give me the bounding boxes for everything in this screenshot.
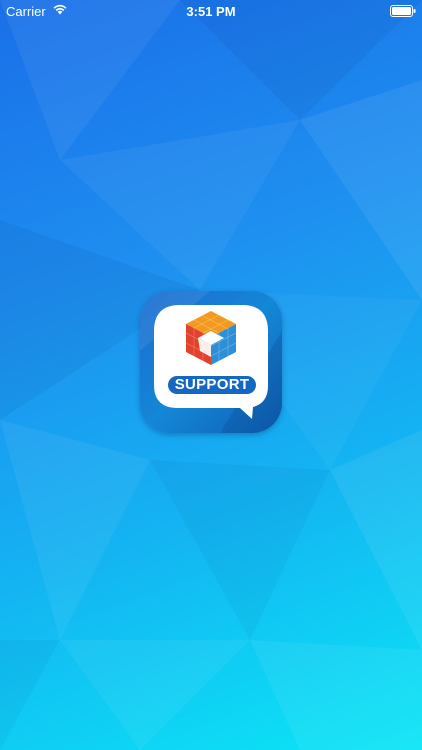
splash-screen: Carrier 3:51 PM SUPPORT [0, 0, 422, 750]
status-time: 3:51 PM [186, 4, 236, 19]
status-bar: Carrier 3:51 PM [0, 0, 422, 22]
battery-icon [390, 5, 416, 17]
support-badge: SUPPORT [166, 374, 258, 396]
support-app-icon: SUPPORT [140, 291, 282, 433]
